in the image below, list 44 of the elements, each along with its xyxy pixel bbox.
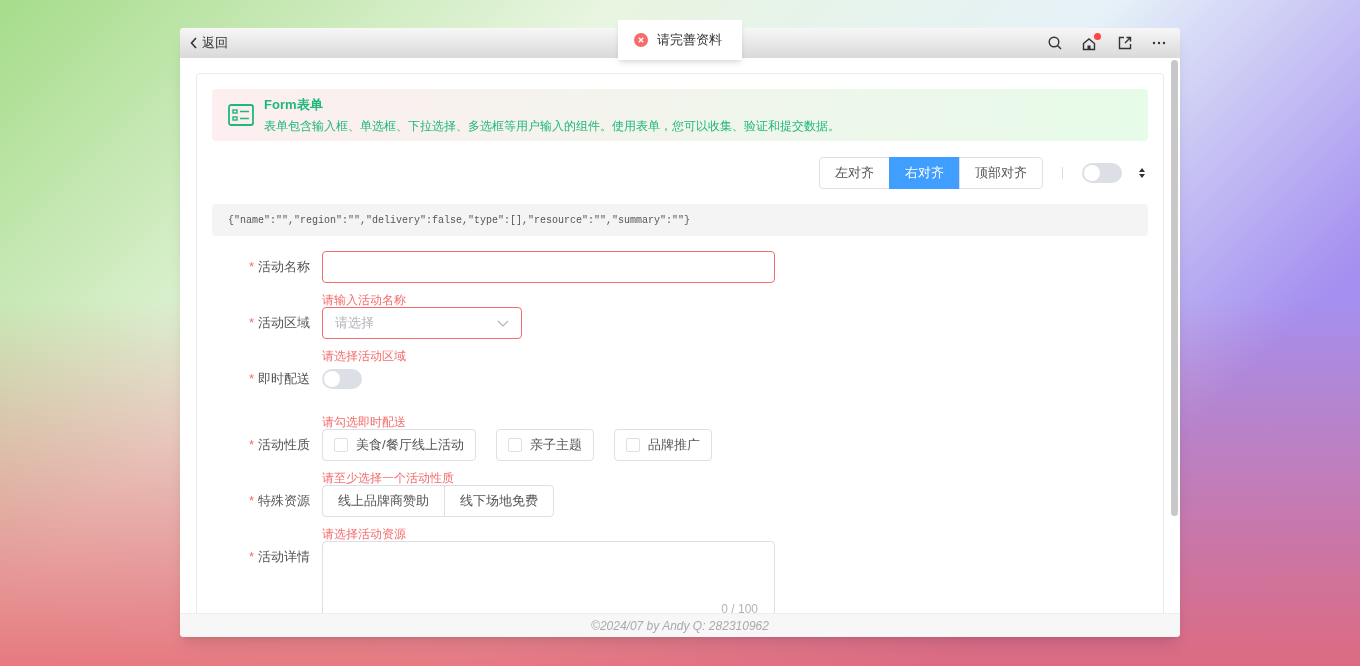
toggle-switch[interactable] <box>1082 163 1122 183</box>
banner-description: 表单包含输入框、单选框、下拉选择、多选框等用户输入的组件。使用表单，您可以收集、验证和提交数据。 <box>264 118 840 136</box>
option-button[interactable]: 线上品牌商赞助 <box>322 485 445 517</box>
required-mark: * <box>248 258 254 276</box>
error-message: 请选择活动区域 <box>322 349 406 363</box>
back-button[interactable]: 返回 <box>190 33 228 53</box>
required-mark: * <box>248 314 254 332</box>
toast-text: 请完善资料 <box>657 31 722 50</box>
required-mark: * <box>248 436 254 454</box>
error-message: 请输入活动名称 <box>322 293 406 307</box>
align-tab[interactable]: 顶部对齐 <box>959 157 1043 189</box>
field-label: 活动区域 <box>258 314 310 332</box>
chevron-down-icon <box>497 319 509 327</box>
field-label: 活动性质 <box>258 436 310 454</box>
more-icon[interactable] <box>1152 41 1166 45</box>
home-icon[interactable] <box>1082 37 1096 51</box>
form-icon <box>228 104 254 126</box>
error-message: 请选择活动资源 <box>322 527 406 541</box>
text-input[interactable] <box>322 251 775 283</box>
error-message: 请至少选择一个活动性质 <box>322 471 454 485</box>
required-mark: * <box>248 548 254 566</box>
checkbox-option[interactable]: 品牌推广 <box>613 429 712 461</box>
option-button[interactable]: 线下场地免费 <box>444 485 554 517</box>
scrollbar[interactable] <box>1171 60 1178 516</box>
toggle-switch[interactable] <box>322 369 362 389</box>
external-link-icon[interactable] <box>1118 36 1132 50</box>
footer-text: ©2024/07 by Andy Q: 282310962 <box>591 617 769 635</box>
required-mark: * <box>248 370 254 388</box>
field-label: 即时配送 <box>258 370 310 388</box>
search-icon[interactable] <box>1048 36 1062 50</box>
checkbox-option[interactable]: 美食/餐厅线上活动 <box>322 429 476 461</box>
field-label: 特殊资源 <box>258 492 310 510</box>
field-label: 活动名称 <box>258 258 310 276</box>
align-tab[interactable]: 左对齐 <box>819 157 890 189</box>
field-label: 活动详情 <box>258 548 310 566</box>
error-icon <box>634 33 648 47</box>
checkbox-option[interactable]: 亲子主题 <box>495 429 594 461</box>
required-mark: * <box>248 492 254 510</box>
json-text: {"name":"","region":"","delivery":false,"type":[],"resource":"","summary":""} <box>228 213 691 228</box>
sort-icon[interactable] <box>1138 167 1146 179</box>
character-counter: 0 / 100 <box>721 601 758 613</box>
error-message: 请勾选即时配送 <box>322 415 406 429</box>
chevron-left-icon <box>190 37 198 49</box>
banner-title: Form表单 <box>264 95 324 114</box>
